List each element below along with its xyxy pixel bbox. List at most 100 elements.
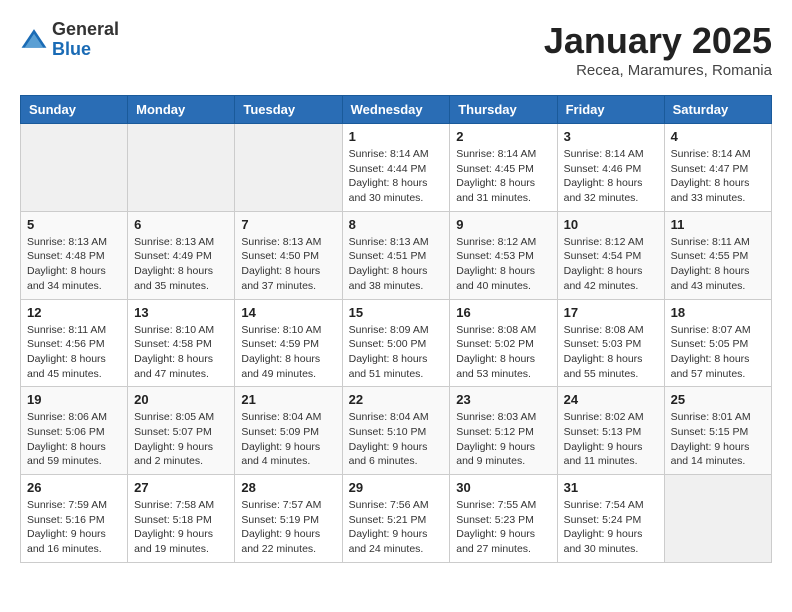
calendar-cell: 12 Sunrise: 8:11 AM Sunset: 4:56 PM Dayli… xyxy=(21,299,128,387)
calendar-cell xyxy=(21,124,128,212)
day-number: 17 xyxy=(564,305,658,320)
calendar-table: SundayMondayTuesdayWednesdayThursdayFrid… xyxy=(20,95,772,563)
day-info: Sunrise: 8:08 AM Sunset: 5:02 PM Dayligh… xyxy=(456,323,550,382)
calendar-cell xyxy=(128,124,235,212)
day-number: 3 xyxy=(564,129,658,144)
calendar-cell: 29Sunrise: 7:56 AM Sunset: 5:21 PM Dayli… xyxy=(342,475,450,563)
calendar-header: SundayMondayTuesdayWednesdayThursdayFrid… xyxy=(21,96,772,124)
day-number: 9 xyxy=(456,217,550,232)
calendar-cell: 10Sunrise: 8:12 AM Sunset: 4:54 PM Dayli… xyxy=(557,211,664,299)
day-info: Sunrise: 8:10 AM Sunset: 4:58 PM Dayligh… xyxy=(134,323,228,382)
day-info: Sunrise: 7:58 AM Sunset: 5:18 PM Dayligh… xyxy=(134,498,228,557)
calendar-cell: 13Sunrise: 8:10 AM Sunset: 4:58 PM Dayli… xyxy=(128,299,235,387)
calendar-cell: 9 Sunrise: 8:12 AM Sunset: 4:53 PM Daylig… xyxy=(450,211,557,299)
day-info: Sunrise: 8:06 AM Sunset: 5:06 PM Dayligh… xyxy=(27,410,121,469)
calendar-cell: 8Sunrise: 8:13 AM Sunset: 4:51 PM Daylig… xyxy=(342,211,450,299)
day-number: 30 xyxy=(456,480,550,495)
day-number: 21 xyxy=(241,392,335,407)
day-number: 11 xyxy=(671,217,765,232)
day-info: Sunrise: 8:13 AM Sunset: 4:50 PM Dayligh… xyxy=(241,235,335,294)
weekday-header-tuesday: Tuesday xyxy=(235,96,342,124)
day-info: Sunrise: 8:12 AM Sunset: 4:53 PM Dayligh… xyxy=(456,235,550,294)
logo-general: General xyxy=(52,20,119,40)
day-number: 22 xyxy=(349,392,444,407)
day-info: Sunrise: 8:02 AM Sunset: 5:13 PM Dayligh… xyxy=(564,410,658,469)
day-info: Sunrise: 8:10 AM Sunset: 4:59 PM Dayligh… xyxy=(241,323,335,382)
day-info: Sunrise: 7:59 AM Sunset: 5:16 PM Dayligh… xyxy=(27,498,121,557)
weekday-header-monday: Monday xyxy=(128,96,235,124)
day-info: Sunrise: 7:55 AM Sunset: 5:23 PM Dayligh… xyxy=(456,498,550,557)
title-block: January 2025 Recea, Maramures, Romania xyxy=(544,20,772,79)
calendar-cell: 3Sunrise: 8:14 AM Sunset: 4:46 PM Daylig… xyxy=(557,124,664,212)
calendar-week-2: 12 Sunrise: 8:11 AM Sunset: 4:56 PM Dayli… xyxy=(21,299,772,387)
day-number: 14 xyxy=(241,305,335,320)
day-info: Sunrise: 8:13 AM Sunset: 4:49 PM Dayligh… xyxy=(134,235,228,294)
calendar-cell: 18 Sunrise: 8:07 AM Sunset: 5:05 PM Dayli… xyxy=(664,299,771,387)
calendar-cell: 14 Sunrise: 8:10 AM Sunset: 4:59 PM Dayli… xyxy=(235,299,342,387)
day-info: Sunrise: 8:03 AM Sunset: 5:12 PM Dayligh… xyxy=(456,410,550,469)
calendar-cell: 23 Sunrise: 8:03 AM Sunset: 5:12 PM Dayli… xyxy=(450,387,557,475)
day-number: 25 xyxy=(671,392,765,407)
calendar-week-0: 1 Sunrise: 8:14 AM Sunset: 4:44 PM Daylig… xyxy=(21,124,772,212)
day-info: Sunrise: 7:54 AM Sunset: 5:24 PM Dayligh… xyxy=(564,498,658,557)
day-number: 6 xyxy=(134,217,228,232)
calendar-cell: 6 Sunrise: 8:13 AM Sunset: 4:49 PM Daylig… xyxy=(128,211,235,299)
day-info: Sunrise: 8:11 AM Sunset: 4:56 PM Dayligh… xyxy=(27,323,121,382)
day-info: Sunrise: 8:14 AM Sunset: 4:44 PM Dayligh… xyxy=(349,147,444,206)
calendar-cell: 2Sunrise: 8:14 AM Sunset: 4:45 PM Daylig… xyxy=(450,124,557,212)
calendar-cell: 21Sunrise: 8:04 AM Sunset: 5:09 PM Dayli… xyxy=(235,387,342,475)
calendar-body: 1 Sunrise: 8:14 AM Sunset: 4:44 PM Daylig… xyxy=(21,124,772,563)
calendar-cell: 27 Sunrise: 7:58 AM Sunset: 5:18 PM Dayli… xyxy=(128,475,235,563)
day-number: 20 xyxy=(134,392,228,407)
calendar-week-4: 26 Sunrise: 7:59 AM Sunset: 5:16 PM Dayli… xyxy=(21,475,772,563)
calendar-cell: 22 Sunrise: 8:04 AM Sunset: 5:10 PM Dayli… xyxy=(342,387,450,475)
weekday-header-thursday: Thursday xyxy=(450,96,557,124)
logo: General Blue xyxy=(20,20,119,60)
day-info: Sunrise: 8:05 AM Sunset: 5:07 PM Dayligh… xyxy=(134,410,228,469)
day-info: Sunrise: 8:14 AM Sunset: 4:47 PM Dayligh… xyxy=(671,147,765,206)
calendar-cell: 7Sunrise: 8:13 AM Sunset: 4:50 PM Daylig… xyxy=(235,211,342,299)
month-title: January 2025 xyxy=(544,20,772,62)
day-number: 18 xyxy=(671,305,765,320)
weekday-header-friday: Friday xyxy=(557,96,664,124)
calendar-cell: 28 Sunrise: 7:57 AM Sunset: 5:19 PM Dayli… xyxy=(235,475,342,563)
calendar-cell: 25Sunrise: 8:01 AM Sunset: 5:15 PM Dayli… xyxy=(664,387,771,475)
day-number: 8 xyxy=(349,217,444,232)
calendar-cell xyxy=(664,475,771,563)
logo-blue: Blue xyxy=(52,40,119,60)
calendar-cell: 16 Sunrise: 8:08 AM Sunset: 5:02 PM Dayli… xyxy=(450,299,557,387)
calendar-cell: 4 Sunrise: 8:14 AM Sunset: 4:47 PM Daylig… xyxy=(664,124,771,212)
calendar-cell: 11 Sunrise: 8:11 AM Sunset: 4:55 PM Dayli… xyxy=(664,211,771,299)
weekday-header-saturday: Saturday xyxy=(664,96,771,124)
day-info: Sunrise: 8:11 AM Sunset: 4:55 PM Dayligh… xyxy=(671,235,765,294)
day-number: 1 xyxy=(349,129,444,144)
calendar-cell: 30 Sunrise: 7:55 AM Sunset: 5:23 PM Dayli… xyxy=(450,475,557,563)
day-number: 15 xyxy=(349,305,444,320)
location-subtitle: Recea, Maramures, Romania xyxy=(544,62,772,79)
day-info: Sunrise: 8:08 AM Sunset: 5:03 PM Dayligh… xyxy=(564,323,658,382)
day-number: 26 xyxy=(27,480,121,495)
logo-text: General Blue xyxy=(52,20,119,60)
calendar-cell: 15Sunrise: 8:09 AM Sunset: 5:00 PM Dayli… xyxy=(342,299,450,387)
day-number: 23 xyxy=(456,392,550,407)
day-number: 2 xyxy=(456,129,550,144)
day-info: Sunrise: 8:07 AM Sunset: 5:05 PM Dayligh… xyxy=(671,323,765,382)
weekday-header-wednesday: Wednesday xyxy=(342,96,450,124)
calendar-cell: 19Sunrise: 8:06 AM Sunset: 5:06 PM Dayli… xyxy=(21,387,128,475)
day-number: 27 xyxy=(134,480,228,495)
day-number: 5 xyxy=(27,217,121,232)
calendar-cell: 24 Sunrise: 8:02 AM Sunset: 5:13 PM Dayli… xyxy=(557,387,664,475)
day-number: 28 xyxy=(241,480,335,495)
day-info: Sunrise: 8:04 AM Sunset: 5:10 PM Dayligh… xyxy=(349,410,444,469)
day-number: 12 xyxy=(27,305,121,320)
day-number: 4 xyxy=(671,129,765,144)
calendar-cell xyxy=(235,124,342,212)
day-number: 24 xyxy=(564,392,658,407)
calendar-cell: 5Sunrise: 8:13 AM Sunset: 4:48 PM Daylig… xyxy=(21,211,128,299)
day-info: Sunrise: 7:56 AM Sunset: 5:21 PM Dayligh… xyxy=(349,498,444,557)
day-info: Sunrise: 7:57 AM Sunset: 5:19 PM Dayligh… xyxy=(241,498,335,557)
day-info: Sunrise: 8:12 AM Sunset: 4:54 PM Dayligh… xyxy=(564,235,658,294)
weekday-header-row: SundayMondayTuesdayWednesdayThursdayFrid… xyxy=(21,96,772,124)
calendar-cell: 26 Sunrise: 7:59 AM Sunset: 5:16 PM Dayli… xyxy=(21,475,128,563)
day-number: 16 xyxy=(456,305,550,320)
